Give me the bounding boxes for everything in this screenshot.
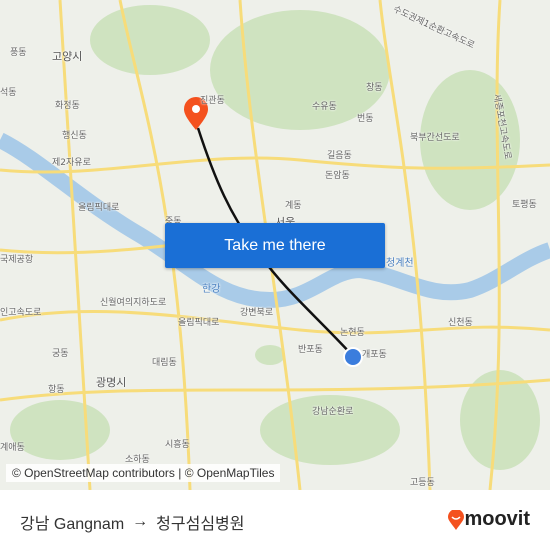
map-label: 논현동 <box>340 328 365 338</box>
map-label: 행신동 <box>62 131 87 141</box>
take-me-there-button[interactable]: Take me there <box>165 223 385 268</box>
arrow-right-icon: → <box>132 513 149 530</box>
map-label: 한강 <box>202 284 221 295</box>
map-label: 인고속도로 <box>0 308 42 318</box>
map-label: 개포동 <box>362 350 387 360</box>
map-label: 시흥동 <box>165 440 190 450</box>
map-label: 북부간선도로 <box>410 133 460 143</box>
map-attribution[interactable]: © OpenStreetMap contributors | © OpenMap… <box>6 464 281 482</box>
map-label: 국제공항 <box>0 255 34 265</box>
map-label: 강남순환로 <box>312 407 354 417</box>
map-label: 창동 <box>366 83 383 93</box>
footer: 강남 Gangnam → 청구섬심병원 moovit <box>0 490 550 550</box>
moovit-logo: moovit <box>448 508 530 531</box>
moovit-pin-icon <box>448 509 465 530</box>
map-label: 광명시 <box>96 376 127 389</box>
moovit-wordmark: moovit <box>464 508 530 530</box>
map-label: 돈암동 <box>325 171 350 181</box>
map-label: 신월여의지하도로 <box>100 298 167 308</box>
map-label: 강변북로 <box>240 308 274 318</box>
map-label: 신천동 <box>448 318 473 328</box>
map-label: 길음동 <box>327 151 352 161</box>
map-label: 계동 <box>285 201 302 211</box>
map[interactable]: 고양시 화정동 행신동 제2자유로 풍동 석동 올림픽대로 국제공항 인고속도로… <box>0 0 550 490</box>
map-label: 올림픽대로 <box>78 203 120 213</box>
map-label: 고등동 <box>410 478 435 488</box>
map-label: 제2자유로 <box>52 158 91 168</box>
map-label: 계애동 <box>0 443 25 453</box>
destination-name: 청구섬심병원 <box>156 516 245 533</box>
map-label: 대림동 <box>152 358 177 368</box>
map-label: 고양시 <box>52 50 83 63</box>
origin-name: 강남 Gangnam <box>20 516 125 533</box>
map-label: 풍동 <box>10 48 27 58</box>
map-label: 궁동 <box>52 349 69 359</box>
map-label: 토평동 <box>512 200 537 210</box>
map-label: 반포동 <box>298 345 323 355</box>
map-label: 석동 <box>0 88 17 98</box>
map-label: 화정동 <box>55 101 80 111</box>
map-label: 진관동 <box>200 96 225 106</box>
route-title: 강남 Gangnam → 청구섬심병원 <box>20 510 244 534</box>
map-label: 올림픽대로 <box>178 318 220 328</box>
map-label: 번동 <box>357 114 374 124</box>
map-label: 수유동 <box>312 102 337 112</box>
map-label: 청계천 <box>386 258 414 269</box>
origin-dot-icon <box>343 347 363 367</box>
map-label: 항동 <box>48 385 65 395</box>
